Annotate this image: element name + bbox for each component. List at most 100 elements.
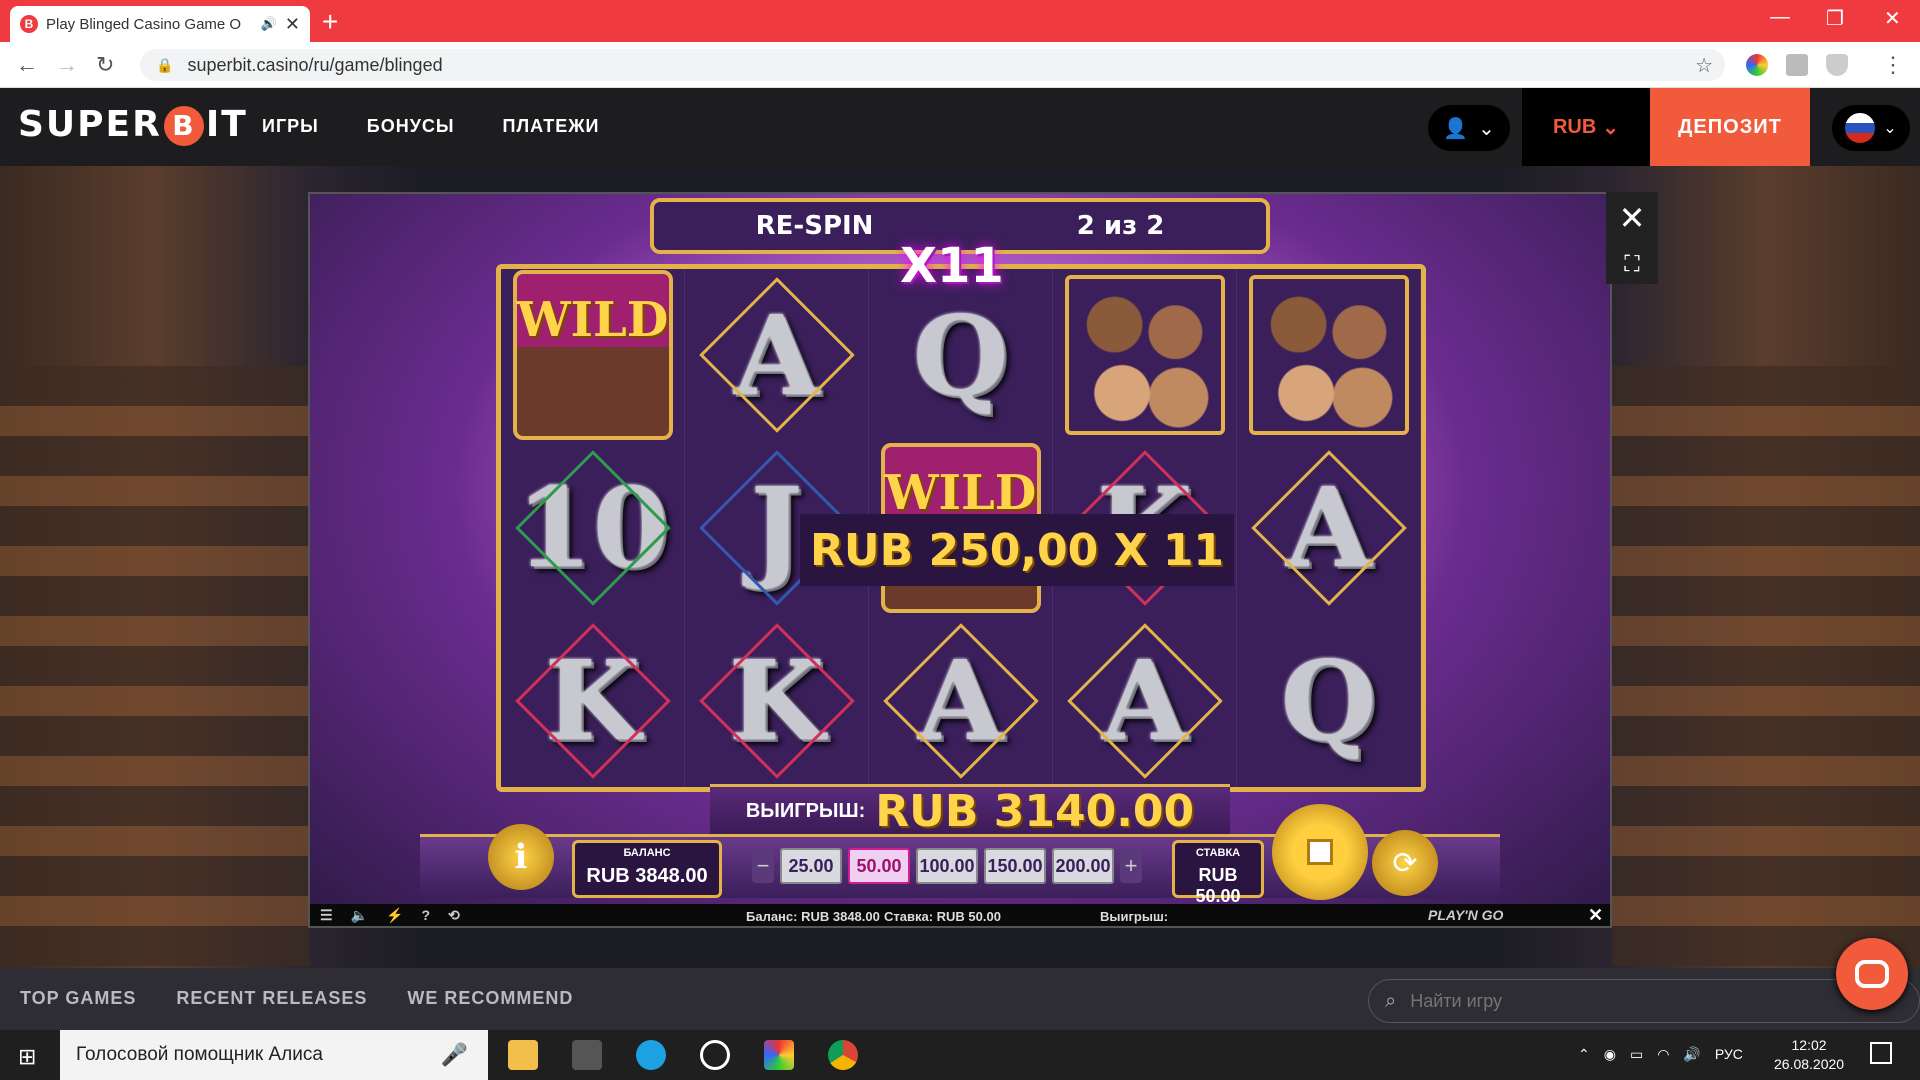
spin-stop-button[interactable] [1272,804,1368,900]
reel-cell: 10 [501,441,685,615]
chrome-icon[interactable] [828,1040,858,1070]
close-tab-icon[interactable]: ✕ [285,14,300,35]
game-category-bar: TOP GAMES RECENT RELEASES WE RECOMMEND ⌕ [0,968,1920,1030]
microphone-icon[interactable]: 🎤 [441,1042,468,1068]
status-win: Выигрыш: [1100,909,1169,924]
language-selector[interactable]: ⌄ [1832,105,1910,151]
category-tabs: TOP GAMES RECENT RELEASES WE RECOMMEND [20,988,573,1009]
menu-icon[interactable]: ☰ [320,907,333,924]
diamond-frame [514,622,671,779]
tab-recent-releases[interactable]: RECENT RELEASES [176,988,367,1009]
assistant-label: Голосовой помощник Алиса [76,1044,323,1065]
bet-decrease-button[interactable]: − [752,849,774,883]
characters-symbol [1248,275,1409,436]
autoplay-button[interactable]: ⟳ [1372,830,1438,896]
nav-games[interactable]: ИГРЫ [262,116,319,137]
wifi-icon[interactable]: ◠ [1657,1046,1669,1063]
tab-we-recommend[interactable]: WE RECOMMEND [407,988,573,1009]
characters-symbol [1064,275,1225,436]
user-menu-button[interactable]: 👤 ⌄ [1428,105,1510,151]
bookmark-star-icon[interactable]: ☆ [1695,53,1713,78]
forward-icon[interactable]: → [56,52,78,78]
chevron-down-icon: ⌄ [1883,120,1897,137]
tab-title: Play Blinged Casino Game O [46,15,242,33]
extension-icon[interactable] [1746,54,1768,76]
russia-flag-icon [1845,113,1876,143]
tab-top-games[interactable]: TOP GAMES [20,988,136,1009]
diamond-frame [882,622,1039,779]
calculator-icon[interactable] [572,1040,602,1070]
sound-icon[interactable]: 🔈 [351,907,368,924]
turbo-icon[interactable]: ⚡ [386,907,403,924]
bet-option-selected[interactable]: 50.00 [848,848,910,884]
clock-time: 12:02 [1791,1037,1827,1053]
favicon-icon: B [20,15,38,33]
lock-icon: 🔒 [156,56,174,73]
reel-cell: K [685,614,869,787]
notifications-icon[interactable] [1870,1042,1892,1064]
help-icon[interactable]: ? [421,907,430,924]
volume-icon[interactable]: 🔊 [1683,1046,1700,1063]
reel-cell: A [1237,441,1421,615]
close-game-button[interactable]: ✕ [1606,192,1658,244]
chevron-up-icon[interactable]: ⌃ [1578,1046,1590,1063]
diamond-frame [1250,450,1407,606]
clock[interactable]: 12:02 26.08.2020 [1774,1036,1844,1074]
shield-extension-icon[interactable] [1826,54,1848,76]
nav-bonuses[interactable]: БОНУСЫ [367,116,455,137]
history-icon[interactable]: ⟲ [448,907,460,924]
search-icon: ⌕ [1385,989,1397,1012]
close-window-button[interactable]: ✕ [1884,6,1901,31]
stop-icon [1307,839,1333,865]
deposit-button[interactable]: ДЕПОЗИТ [1650,88,1810,166]
speaker-icon[interactable]: 🔊 [261,16,277,32]
info-button[interactable]: i [488,824,554,890]
diamond-frame [698,277,855,434]
symbol-q: Q [912,290,1009,420]
reel-cell: K [501,614,685,787]
reload-icon[interactable]: ↻ [96,52,114,78]
balance-value: RUB 3848.00 [586,865,708,887]
symbol-q: Q [1280,636,1377,766]
maximize-button[interactable]: ❐ [1826,6,1844,31]
new-tab-button[interactable]: + [322,6,338,38]
nav-payments[interactable]: ПЛАТЕЖИ [503,116,600,137]
url-field[interactable]: 🔒 superbit.casino/ru/game/blinged ☆ [140,49,1725,81]
skype-icon[interactable] [636,1040,666,1070]
camera-icon[interactable] [700,1040,730,1070]
bet-option[interactable]: 150.00 [984,848,1046,884]
voice-assistant-field[interactable]: Голосовой помощник Алиса 🎤 [60,1030,488,1080]
bet-option[interactable]: 200.00 [1052,848,1114,884]
yandex-browser-icon[interactable] [764,1040,794,1070]
bet-option[interactable]: 25.00 [780,848,842,884]
chevron-down-icon: ⌄ [1602,116,1620,139]
back-icon[interactable]: ← [16,52,38,78]
windows-start-icon[interactable]: ⊞ [18,1044,36,1070]
fullscreen-button[interactable]: ⛶ [1606,244,1658,284]
bet-increase-button[interactable]: + [1120,849,1142,883]
respin-label: RE-SPIN [755,211,874,241]
site-logo[interactable]: SUPER B IT [18,104,248,146]
battery-icon[interactable]: ▭ [1630,1046,1643,1063]
menu-dots-icon[interactable]: ⋮ [1882,52,1904,78]
balance-display: БАЛАНС RUB 3848.00 [572,840,722,898]
extension-icon[interactable] [1786,54,1808,76]
minimize-button[interactable]: — [1770,6,1790,29]
whatsapp-icon[interactable]: ◉ [1604,1046,1616,1063]
browser-tab-bar: B Play Blinged Casino Game O 🔊 ✕ + — ❐ ✕ [0,0,1920,42]
chat-button[interactable] [1836,938,1908,1010]
logo-text: SUPER [18,104,162,145]
stake-display: СТАВКА RUB 50.00 [1172,840,1264,906]
status-balance: Баланс: RUB 3848.00 [746,909,880,924]
diamond-frame [1066,622,1223,779]
currency-selector[interactable]: RUB ⌄ [1522,88,1650,166]
site-header: SUPER B IT ИГРЫ БОНУСЫ ПЛАТЕЖИ 👤 ⌄ RUB ⌄ Д… [0,88,1920,166]
reel-cell [1237,269,1421,442]
browser-tab[interactable]: B Play Blinged Casino Game O 🔊 ✕ [10,6,310,42]
language-indicator[interactable]: РУС [1715,1046,1743,1063]
search-input[interactable] [1410,990,1811,1012]
close-icon[interactable]: ✕ [1588,905,1603,926]
file-explorer-icon[interactable] [508,1040,538,1070]
bet-option[interactable]: 100.00 [916,848,978,884]
game-frame[interactable]: RE-SPIN 2 из 2 WILD A Q 10 J WILD K A K … [308,192,1612,928]
